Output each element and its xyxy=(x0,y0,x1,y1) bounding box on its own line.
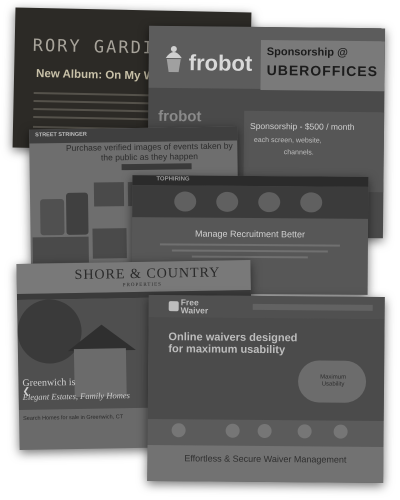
recruit-avatar-strip xyxy=(132,185,369,219)
recruit-brand: TOPHIRING xyxy=(156,176,190,183)
cloud-label: Maximum Usability xyxy=(320,374,347,388)
shore-tagline: Elegant Estates, Family Homes xyxy=(22,390,130,402)
photo-tile xyxy=(92,228,127,259)
shore-town: Greenwich is xyxy=(22,377,76,389)
waiver-logo-line: Waiver xyxy=(180,305,209,316)
sponsor-brand: UBEROFFICES xyxy=(266,62,379,80)
shore-logo-sub: PROPERTIES xyxy=(122,282,162,289)
waiver-logo-icon xyxy=(168,301,179,312)
frobot-logo-secondary: frobot xyxy=(158,107,202,126)
sponsorship-channels: channels. xyxy=(283,149,314,157)
avatar xyxy=(216,191,239,212)
feature-icon xyxy=(225,423,240,438)
rory-album-heading: New Album: On My Way xyxy=(35,67,167,83)
free-waiver-screenshot[interactable]: Free Waiver Online waivers designed for … xyxy=(147,294,385,484)
feature-icon xyxy=(333,424,348,439)
waiver-headline-line: for maximum usability xyxy=(168,343,286,357)
shore-logo: SHORE & COUNTRY xyxy=(74,265,221,284)
avatar xyxy=(174,191,197,212)
shore-header: SHORE & COUNTRY PROPERTIES xyxy=(16,259,251,295)
sponsorship-price: Sponsorship - $500 / month xyxy=(250,120,355,132)
phone-image xyxy=(40,198,65,236)
sponsor-line: Sponsorship @ xyxy=(266,46,348,59)
recruit-text-line xyxy=(171,249,328,253)
waiver-headline: Online waivers designed for maximum usab… xyxy=(168,331,297,356)
waiver-logo: Free Waiver xyxy=(180,297,209,316)
feature-icon xyxy=(171,423,186,438)
feature-icon xyxy=(257,423,272,439)
screenshot-collage: { "cards": { "rory": { "title": "RORY GA… xyxy=(0,0,400,500)
cupcake-icon xyxy=(165,46,182,73)
feature-icon xyxy=(297,424,312,439)
recruit-headline: Manage Recruitment Better xyxy=(194,228,306,240)
photo-tile xyxy=(32,236,89,264)
waiver-footer-heading: Effortless & Secure Waiver Management xyxy=(184,453,347,465)
sponsor-banner: Sponsorship @ UBEROFFICES xyxy=(260,39,385,92)
recruit-text-line xyxy=(191,255,308,259)
waiver-nav xyxy=(252,303,373,311)
frobot-logo: frobot xyxy=(188,50,253,76)
avatar xyxy=(300,192,323,213)
purchase-headline: Purchase verified images of events taken… xyxy=(65,140,233,163)
shore-search-label: Search Homes for sale in Greenwich, CT xyxy=(23,414,124,422)
purchase-brand: STREET STRINGER xyxy=(35,131,87,139)
phone-image xyxy=(65,192,89,235)
waiver-headline-line: Online waivers designed xyxy=(168,331,298,345)
avatar xyxy=(258,192,281,213)
house-roof xyxy=(67,323,136,352)
purchase-button[interactable] xyxy=(121,163,192,171)
photo-tile xyxy=(93,182,125,207)
recruit-text-line xyxy=(159,243,340,247)
waiver-header: Free Waiver xyxy=(148,294,385,320)
sponsorship-reach: each screen, website, xyxy=(253,136,322,145)
